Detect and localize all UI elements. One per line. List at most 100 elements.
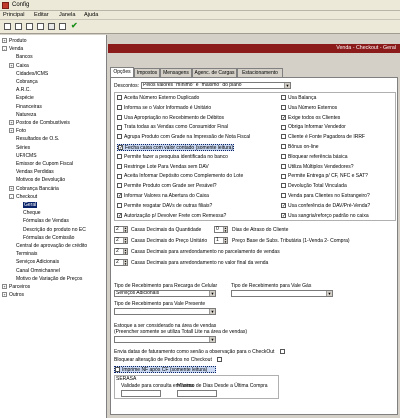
tree-item[interactable]: Cheque [16,210,41,217]
tree-item[interactable]: Serviços Adicionais [9,259,59,266]
spinner-arrows-icon[interactable]: ▲ ▼ [123,249,127,254]
tb-delete-icon[interactable] [37,23,44,30]
menu-editar[interactable]: Editar [34,12,49,18]
option-checkbox[interactable]: Aceita Número Externo Duplicado [117,95,199,102]
option-checkbox[interactable]: Bloquear referência básica [281,154,347,161]
expand-icon[interactable]: + [2,38,7,44]
option-checkbox[interactable]: ✓ Autorização p/ Devolver Frete com Remes… [117,213,226,220]
envia-datas-box[interactable] [279,349,285,355]
option-checkbox[interactable]: Permite Produto com Grade ser Pesável? [117,183,217,190]
checkbox-unchecked-icon[interactable] [281,95,286,101]
tb-add-icon[interactable] [48,23,55,30]
tree-item[interactable]: Resultados de O.S. [9,136,59,143]
tree-item[interactable]: Descrição do produto no EC [16,227,86,234]
tree-item[interactable]: + Cobrança Bancária [9,186,59,193]
tree-item[interactable]: Fórmulas de Vendas [16,218,69,225]
checkbox-unchecked-icon[interactable] [117,124,122,130]
checkbox-unchecked-icon[interactable] [117,202,122,208]
secondary-spinner[interactable]: 1 ▲ ▼ [214,237,228,244]
option-checkbox[interactable]: Obriga Informar Vendedor [281,124,346,131]
estoque-select[interactable]: ▼ [114,336,216,343]
checkbox-unchecked-icon[interactable] [117,114,122,120]
tree-item[interactable]: + Outros [2,292,24,299]
envia-datas-checkbox[interactable]: Envia datas de faturamento como senão a … [114,349,287,356]
option-checkbox[interactable]: Usa Balança [281,95,316,102]
checkbox-unchecked-icon[interactable] [281,183,286,189]
checkbox-unchecked-icon[interactable] [281,134,286,140]
tb-edit-icon[interactable] [59,23,66,30]
expand-icon[interactable]: + [2,284,7,290]
tree-item[interactable]: Natureza [9,112,36,119]
tree-item[interactable]: Vendas Perdidas [9,169,54,176]
checkbox-unchecked-icon[interactable] [117,104,122,110]
checkbox-checked-icon[interactable]: ✓ [281,202,286,208]
serasa-validade-input[interactable] [121,390,161,397]
bloquear-pedidos-checkbox[interactable]: Bloquear alteração de Pedidos no Checkou… [114,357,224,364]
option-checkbox[interactable]: Agrupa Produto com Grade na Impressão de… [117,134,250,141]
menu-principal[interactable]: Principal [3,12,24,18]
expand-icon[interactable]: + [2,292,7,298]
tree-item[interactable]: Bancos [9,54,33,61]
tb-new-icon[interactable] [4,23,11,30]
checkbox-unchecked-icon[interactable] [281,144,286,150]
tb-confirm-check-icon[interactable]: ✔ [71,22,78,30]
spinner-arrows-icon[interactable]: ▲ ▼ [223,227,227,232]
imprime-nf-box[interactable] [115,367,120,373]
spinner-arrows-icon[interactable]: ▲ ▼ [123,238,127,243]
tree-item[interactable]: Emissor de Cupom Fiscal [9,161,73,168]
spinner-arrows-icon[interactable]: ▲ ▼ [123,227,127,232]
decimal-spinner[interactable]: 2 ▲ ▼ [114,237,128,244]
tree-item[interactable]: - Venda [2,46,23,53]
checkbox-unchecked-icon[interactable] [281,124,286,130]
tree-item[interactable]: Séries [9,145,30,152]
expand-icon[interactable]: + [9,185,14,191]
tree-item[interactable]: UF/ICMS [9,153,37,160]
tree-item[interactable]: Motivo de Variação de Preços [9,276,82,283]
checkbox-unchecked-icon[interactable] [117,183,122,189]
tab-estacionamento[interactable]: Estacionamento [237,68,283,77]
tree-item[interactable]: Geral [16,202,38,209]
spinner-arrows-icon[interactable]: ▲ ▼ [123,260,127,265]
descontos-select[interactable]: Pelos valores "mínimo" e "máximo" do pla… [141,82,291,89]
tree-item[interactable]: Financeiras [9,104,42,111]
decimal-spinner[interactable]: 2 ▲ ▼ [114,248,128,255]
option-checkbox[interactable]: Trata todas as Vendas como Consumidor Fi… [117,124,228,131]
collapse-icon[interactable]: - [9,193,14,199]
tree-item[interactable]: A.R.C. [9,87,31,94]
checkbox-checked-icon[interactable]: ✓ [117,212,122,218]
option-checkbox[interactable]: Aceita Informar Depósito como Complement… [117,173,243,180]
option-checkbox[interactable]: Usa Número Externos [281,105,337,112]
tree-item[interactable]: Cidades/ICMS [9,71,48,78]
checkbox-unchecked-icon[interactable] [281,193,286,199]
tb-open-icon[interactable] [15,23,22,30]
tree-item[interactable]: Motivos de Devolução [9,177,65,184]
tree-item[interactable]: + Parceiros [2,284,30,291]
option-checkbox[interactable]: Venda para Clientes no Estrangeiro? [281,193,370,200]
tab-opcoes[interactable]: Opções [110,67,134,77]
option-checkbox[interactable]: Restringe Lote Para Vendas sem DAV [117,164,209,171]
tree-item[interactable]: + Foto [9,128,26,135]
tab-agenc-cargas[interactable]: Agenc. de Cargas [192,68,237,77]
option-checkbox[interactable]: Bônus on-line [281,144,319,151]
tree-item[interactable]: Cobrança [9,79,38,86]
tree-item[interactable]: Fórmulas de Comissão [16,235,74,242]
option-checkbox[interactable]: ✓ Exige todos os Clientes [281,115,340,122]
tree-item[interactable]: Central de aprovação de crédito [9,243,87,250]
option-checkbox[interactable]: Informa se o Valor Informado é Unitário [117,105,211,112]
decimal-spinner[interactable]: 2 ▲ ▼ [114,259,128,266]
checkbox-unchecked-icon[interactable] [281,153,286,159]
option-checkbox[interactable]: Usa Apropriação no Recebimento de Débito… [117,115,224,122]
tree-item[interactable]: + Postos de Combustíveis [9,120,70,127]
checkbox-unchecked-icon[interactable] [117,163,122,169]
checkbox-checked-icon[interactable]: ✓ [281,212,286,218]
option-checkbox[interactable]: Permite fazer a pesquisa identificada no… [117,154,228,161]
tab-impostos[interactable]: Impostos [134,68,160,77]
receb-vale-gas-select[interactable]: ▼ [231,290,333,297]
option-checkbox[interactable]: ✓ Usa sangria/reforço padrão no caixa [281,213,369,220]
menu-janela[interactable]: Janela [59,12,75,18]
bloquear-pedidos-box[interactable] [217,357,223,363]
tree-item[interactable]: - Checkout [9,194,37,201]
collapse-icon[interactable]: - [2,46,7,52]
option-checkbox[interactable]: Cliente é Fonte Pagadora de IRRF [281,134,365,141]
option-checkbox[interactable]: ✓ Usa conferência de DAV/Pré-Venda? [281,203,370,210]
